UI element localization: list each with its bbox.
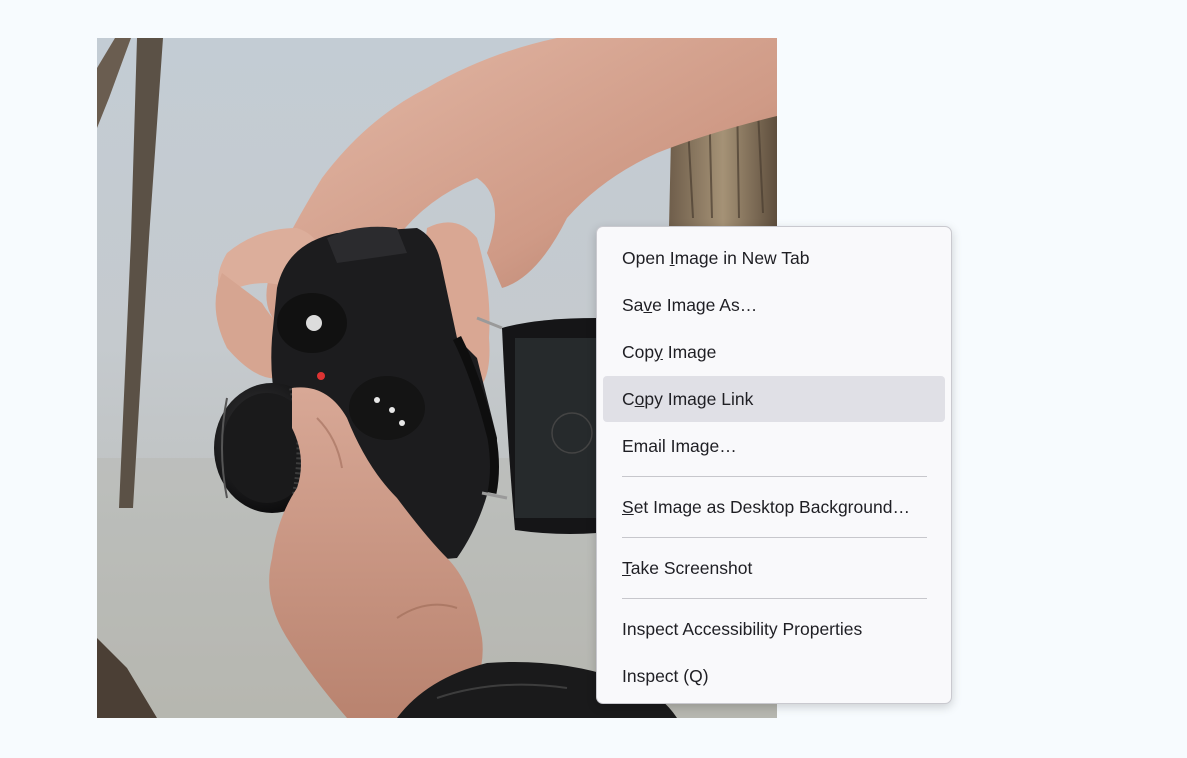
menu-item-label: Set Image as Desktop Background… xyxy=(622,497,910,517)
menu-separator xyxy=(622,537,927,538)
context-menu: Open Image in New Tab Save Image As… Cop… xyxy=(596,226,952,704)
menu-item-label: Copy Image Link xyxy=(622,389,754,409)
menu-item-label: Save Image As… xyxy=(622,295,758,315)
menu-item-set-desktop-background[interactable]: Set Image as Desktop Background… xyxy=(603,484,945,530)
menu-item-open-image-in-new-tab[interactable]: Open Image in New Tab xyxy=(603,235,945,281)
menu-item-take-screenshot[interactable]: Take Screenshot xyxy=(603,545,945,591)
menu-item-label: Take Screenshot xyxy=(622,558,753,578)
menu-item-email-image[interactable]: Email Image… xyxy=(603,423,945,469)
menu-separator xyxy=(622,598,927,599)
menu-item-label: Inspect Accessibility Properties xyxy=(622,619,863,639)
menu-item-label: Open Image in New Tab xyxy=(622,248,810,268)
menu-item-label: Inspect (Q) xyxy=(622,666,709,686)
menu-item-save-image-as[interactable]: Save Image As… xyxy=(603,282,945,328)
menu-item-label: Copy Image xyxy=(622,342,717,362)
menu-separator xyxy=(622,476,927,477)
menu-item-label: Email Image… xyxy=(622,436,737,456)
menu-item-inspect[interactable]: Inspect (Q) xyxy=(603,653,945,699)
menu-item-inspect-accessibility[interactable]: Inspect Accessibility Properties xyxy=(603,606,945,652)
menu-item-copy-image-link[interactable]: Copy Image Link xyxy=(603,376,945,422)
menu-item-copy-image[interactable]: Copy Image xyxy=(603,329,945,375)
